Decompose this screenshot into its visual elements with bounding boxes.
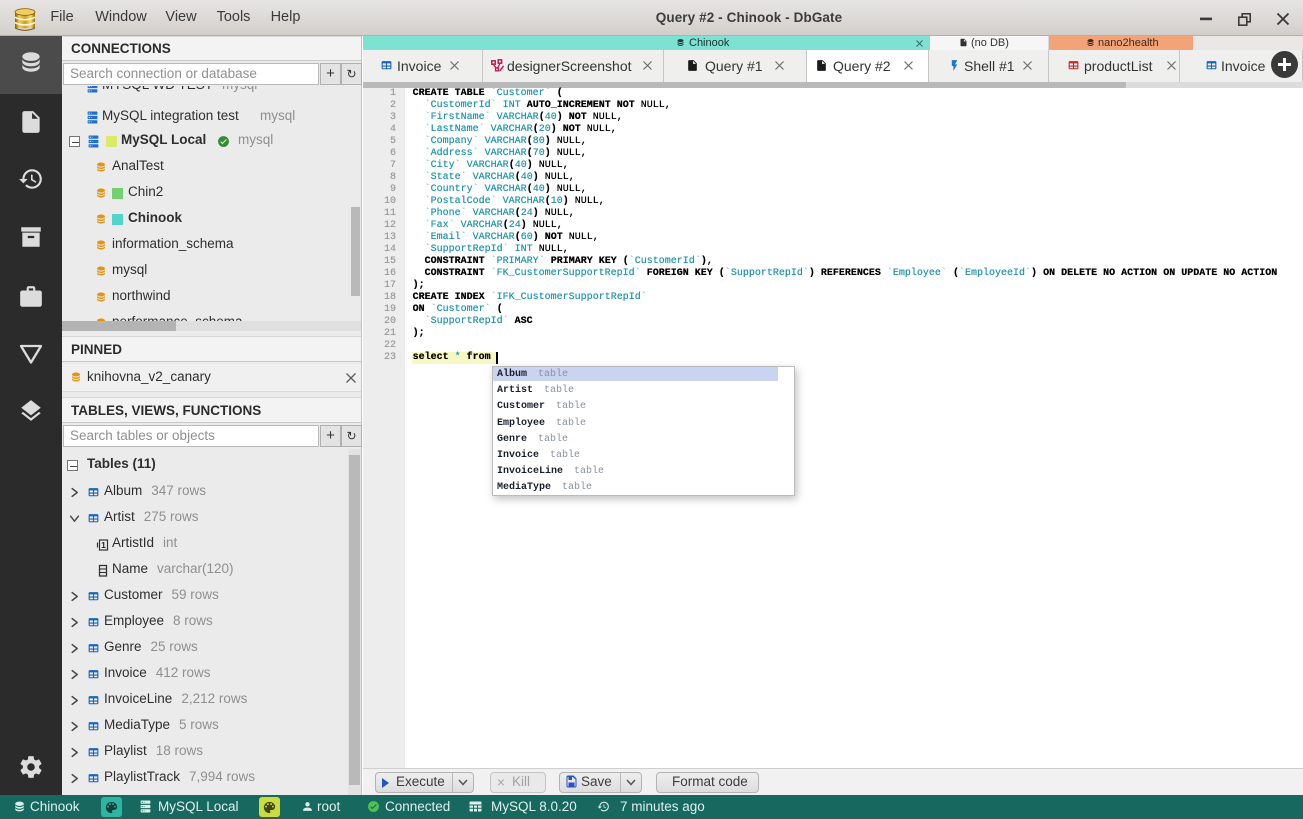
svg-text:1: 1 bbox=[101, 540, 106, 550]
